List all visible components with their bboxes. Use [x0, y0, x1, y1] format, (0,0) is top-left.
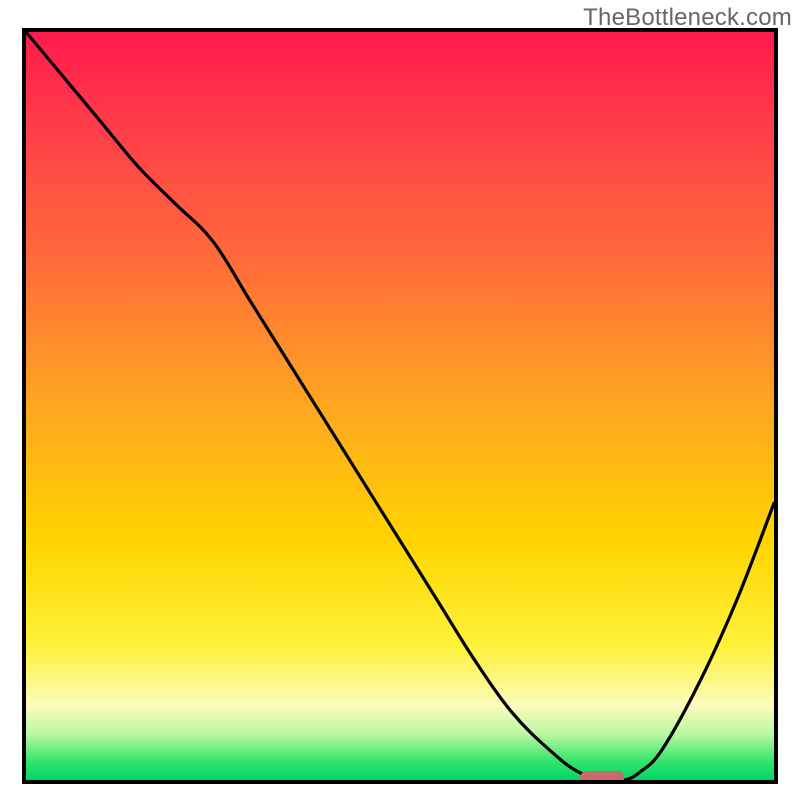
- plot-area: [22, 28, 778, 784]
- bottleneck-curve: [26, 32, 774, 780]
- chart-container: TheBottleneck.com: [0, 0, 800, 800]
- optimum-marker: [580, 771, 625, 784]
- watermark-text: TheBottleneck.com: [583, 4, 792, 32]
